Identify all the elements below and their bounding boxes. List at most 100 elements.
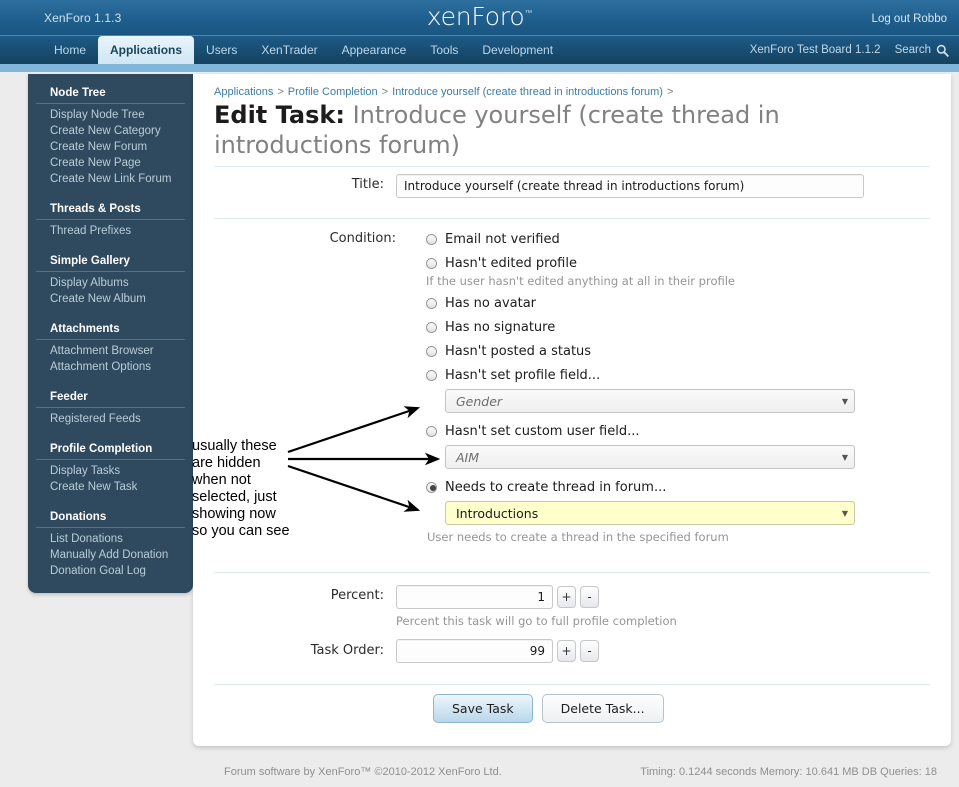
- condition-option-has-no-avatar[interactable]: Has no avatar: [426, 293, 886, 313]
- breadcrumb-item-profile-completion[interactable]: Profile Completion: [288, 86, 378, 98]
- nav-tab-xentrader[interactable]: XenTrader: [249, 36, 329, 64]
- condition-option-hasnt-edited-profile[interactable]: Hasn't edited profile: [426, 253, 886, 273]
- percent-field-label: Percent:: [330, 588, 384, 603]
- percent-field-group: + - Percent this task will go to full pr…: [396, 585, 677, 628]
- sidebar-item-create-new-category[interactable]: Create New Category: [28, 123, 193, 139]
- task-order-decrement-button[interactable]: -: [580, 640, 599, 662]
- breadcrumb-item-task[interactable]: Introduce yourself (create thread in int…: [392, 86, 663, 98]
- field-row-task-order: Task Order: + -: [193, 639, 951, 663]
- radio-icon-hasnt-set-profile-field[interactable]: [426, 369, 437, 381]
- sidebar-heading-profile-completion: Profile Completion: [36, 438, 185, 460]
- nav-tab-applications[interactable]: Applications: [98, 36, 195, 64]
- nav-tab-users[interactable]: Users: [194, 36, 249, 64]
- logout-link[interactable]: Log out Robbo: [872, 13, 947, 25]
- title-input[interactable]: [396, 174, 864, 198]
- search-icon: [936, 44, 949, 57]
- sidebar-group-simple-gallery: Simple Gallery Display Albums Create New…: [28, 250, 193, 307]
- sidebar-item-create-new-forum[interactable]: Create New Forum: [28, 139, 193, 155]
- radio-icon-hasnt-edited-profile[interactable]: [426, 257, 437, 269]
- radio-icon-has-no-avatar[interactable]: [426, 297, 437, 309]
- sidebar-item-create-new-link-forum[interactable]: Create New Link Forum: [28, 171, 193, 187]
- page-footer: Forum software by XenForo™ ©2010-2012 Xe…: [0, 762, 959, 787]
- percent-decrement-button[interactable]: -: [580, 586, 599, 608]
- sidebar-heading-threads-posts: Threads & Posts: [36, 198, 185, 220]
- divider-under-title: [214, 166, 930, 167]
- percent-field-hint: Percent this task will go to full profil…: [396, 614, 677, 628]
- breadcrumb-item-applications[interactable]: Applications: [214, 86, 273, 98]
- condition-label-hasnt-posted-status: Hasn't posted a status: [445, 343, 592, 359]
- forum-select-value: Introductions: [456, 505, 539, 521]
- nav-tab-home[interactable]: Home: [42, 36, 98, 64]
- delete-task-button[interactable]: Delete Task...: [541, 694, 664, 723]
- condition-option-hasnt-set-profile-field[interactable]: Hasn't set profile field...: [426, 365, 886, 385]
- sidebar-heading-simple-gallery: Simple Gallery: [36, 250, 185, 272]
- percent-input[interactable]: [396, 585, 553, 609]
- sidebar-item-registered-feeds[interactable]: Registered Feeds: [28, 411, 193, 427]
- sidebar-item-create-new-page[interactable]: Create New Page: [28, 155, 193, 171]
- sidebar-item-create-new-task[interactable]: Create New Task: [28, 479, 193, 495]
- divider-above-percent: [214, 572, 930, 573]
- sidebar-item-create-new-album[interactable]: Create New Album: [28, 291, 193, 307]
- condition-label-needs-create-thread: Needs to create thread in forum...: [445, 479, 667, 495]
- sidebar-item-attachment-options[interactable]: Attachment Options: [28, 359, 193, 375]
- forum-select[interactable]: Introductions ▼: [445, 501, 855, 525]
- task-order-input[interactable]: [396, 639, 553, 663]
- condition-label-has-no-avatar: Has no avatar: [445, 295, 537, 311]
- radio-icon-hasnt-posted-status[interactable]: [426, 345, 437, 357]
- condition-radio-group: Email not verified Hasn't edited profile…: [426, 229, 886, 544]
- task-order-field-label: Task Order:: [310, 643, 384, 658]
- radio-icon-hasnt-set-custom-user-field[interactable]: [426, 425, 437, 437]
- custom-user-field-select-value: AIM: [456, 449, 480, 465]
- field-row-title: Title:: [193, 174, 951, 198]
- page-title-prefix: Edit Task:: [214, 101, 345, 129]
- nav-accent-strip: [0, 64, 959, 72]
- sidebar-item-thread-prefixes[interactable]: Thread Prefixes: [28, 223, 193, 239]
- main-navigation-bar: Home Applications Users XenTrader Appear…: [0, 36, 959, 64]
- search-button[interactable]: Search: [895, 44, 949, 57]
- sidebar-item-display-tasks[interactable]: Display Tasks: [28, 463, 193, 479]
- custom-user-field-select[interactable]: AIM ▼: [445, 445, 855, 469]
- nav-tab-tools[interactable]: Tools: [418, 36, 470, 64]
- sidebar-group-threads-posts: Threads & Posts Thread Prefixes: [28, 198, 193, 239]
- profile-field-select-value: Gender: [456, 393, 503, 409]
- divider-above-buttons: [214, 684, 930, 685]
- condition-option-email-not-verified[interactable]: Email not verified: [426, 229, 886, 249]
- divider-under-title-field: [214, 218, 930, 219]
- sidebar-item-list-donations[interactable]: List Donations: [28, 531, 193, 547]
- task-order-increment-button[interactable]: +: [557, 640, 576, 662]
- form-actions: Save Task Delete Task...: [433, 694, 664, 723]
- nav-tab-appearance[interactable]: Appearance: [330, 36, 419, 64]
- condition-option-has-no-signature[interactable]: Has no signature: [426, 317, 886, 337]
- sidebar-item-attachment-browser[interactable]: Attachment Browser: [28, 343, 193, 359]
- sidebar-heading-attachments: Attachments: [36, 318, 185, 340]
- profile-field-select[interactable]: Gender ▼: [445, 389, 855, 413]
- radio-icon-has-no-signature[interactable]: [426, 321, 437, 333]
- sidebar-item-manually-add-donation[interactable]: Manually Add Donation: [28, 547, 193, 563]
- condition-option-hasnt-set-custom-user-field[interactable]: Hasn't set custom user field...: [426, 421, 886, 441]
- page-title: Edit Task: Introduce yourself (create th…: [214, 100, 914, 160]
- percent-increment-button[interactable]: +: [557, 586, 576, 608]
- save-task-button[interactable]: Save Task: [433, 694, 533, 723]
- sidebar-group-feeder: Feeder Registered Feeds: [28, 386, 193, 427]
- condition-label-hasnt-edited-profile: Hasn't edited profile: [445, 255, 577, 271]
- condition-option-hasnt-posted-status[interactable]: Hasn't posted a status: [426, 341, 886, 361]
- condition-option-needs-create-thread[interactable]: Needs to create thread in forum...: [426, 477, 886, 497]
- nav-tabs: Home Applications Users XenTrader Appear…: [42, 36, 565, 64]
- sidebar-item-display-albums[interactable]: Display Albums: [28, 275, 193, 291]
- sidebar-group-attachments: Attachments Attachment Browser Attachmen…: [28, 318, 193, 375]
- radio-icon-email-not-verified[interactable]: [426, 233, 437, 245]
- sidebar-group-node-tree: Node Tree Display Node Tree Create New C…: [28, 82, 193, 187]
- chevron-down-icon: ▼: [841, 452, 848, 462]
- sidebar-item-donation-goal-log[interactable]: Donation Goal Log: [28, 563, 193, 579]
- nav-tab-development[interactable]: Development: [470, 36, 565, 64]
- task-order-field-group: + -: [396, 639, 599, 663]
- sidebar-item-display-node-tree[interactable]: Display Node Tree: [28, 107, 193, 123]
- logo-text: xenForo: [426, 2, 525, 31]
- footer-copyright: Forum software by XenForo™ ©2010-2012 Xe…: [224, 766, 502, 778]
- title-field-label: Title:: [351, 177, 384, 192]
- radio-icon-needs-create-thread[interactable]: [426, 481, 437, 493]
